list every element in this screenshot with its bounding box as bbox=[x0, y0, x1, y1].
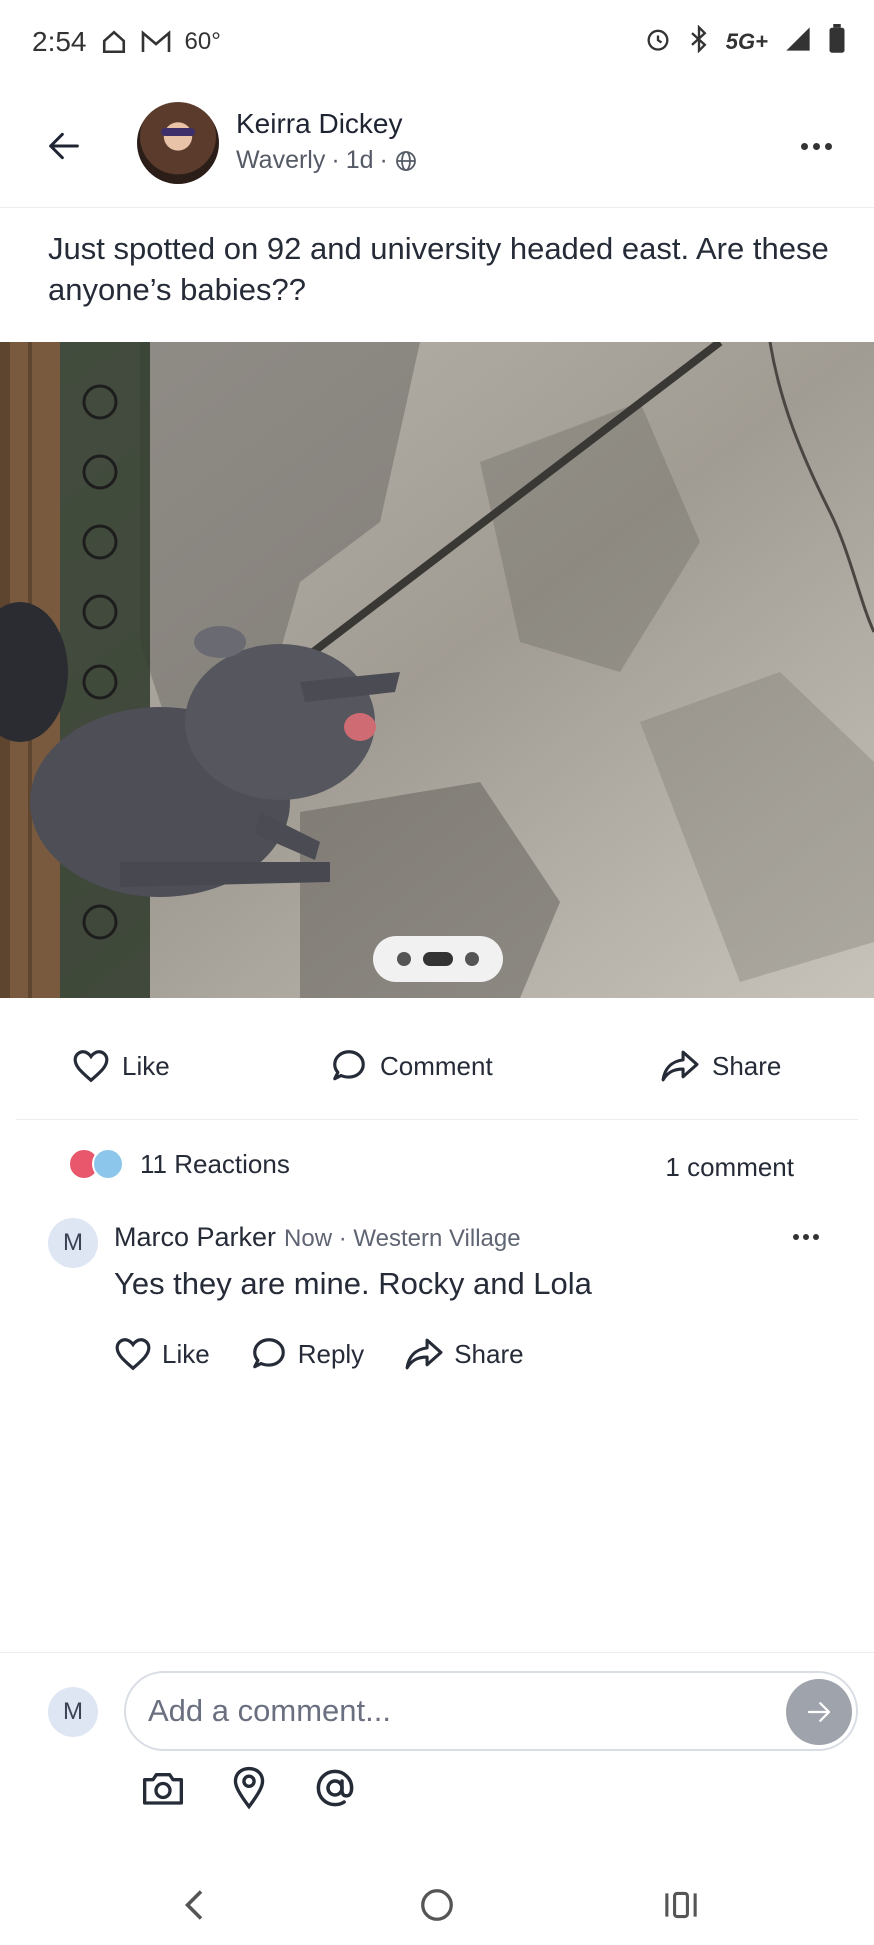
post-header: Keirra Dickey Waverly · 1d · bbox=[0, 84, 874, 208]
nav-back-button[interactable] bbox=[170, 1880, 220, 1930]
at-sign-icon bbox=[316, 1769, 354, 1807]
heart-icon bbox=[73, 1050, 109, 1083]
post-actions: Like Comment Share bbox=[16, 1020, 858, 1120]
recents-icon bbox=[665, 1891, 697, 1919]
camera-icon bbox=[143, 1773, 183, 1805]
share-button[interactable]: Share bbox=[660, 1048, 781, 1084]
post-meta: Waverly · 1d · bbox=[236, 146, 418, 175]
commenter-name[interactable]: Marco Parker bbox=[114, 1222, 276, 1253]
reactions-summary[interactable]: 11 Reactions bbox=[68, 1148, 290, 1180]
status-bar: 2:54 60° 5G+ bbox=[0, 0, 874, 84]
reaction-icons bbox=[68, 1148, 126, 1180]
share-label: Share bbox=[712, 1050, 782, 1081]
gmail-icon bbox=[141, 30, 171, 54]
nav-home-button[interactable] bbox=[412, 1880, 462, 1930]
post-neighborhood[interactable]: Waverly bbox=[236, 146, 325, 175]
post-age: 1d bbox=[345, 146, 374, 174]
chevron-left-icon bbox=[184, 1890, 203, 1920]
comment-bubble-icon bbox=[333, 1050, 365, 1081]
system-nav-bar bbox=[0, 1868, 874, 1945]
pager-dot[interactable] bbox=[465, 952, 479, 966]
nav-recents-button[interactable] bbox=[656, 1880, 706, 1930]
status-temperature: 60° bbox=[184, 28, 221, 55]
composer-tools bbox=[140, 1765, 358, 1811]
arrow-left-icon bbox=[49, 132, 79, 160]
pager-dot[interactable] bbox=[397, 952, 411, 966]
share-arrow-icon bbox=[661, 1050, 699, 1082]
reactions-count: 11 Reactions bbox=[140, 1148, 290, 1179]
comment-input[interactable] bbox=[148, 1687, 748, 1735]
author-avatar[interactable] bbox=[137, 102, 219, 184]
post-photo[interactable] bbox=[0, 342, 874, 998]
comment-share-label: Share bbox=[454, 1338, 524, 1369]
network-label: 5G+ bbox=[725, 28, 768, 54]
heart-icon bbox=[115, 1338, 151, 1371]
comment-meta: Now · Western Village bbox=[284, 1225, 521, 1252]
my-avatar[interactable]: M bbox=[48, 1687, 98, 1737]
circle-home-icon bbox=[421, 1889, 453, 1921]
like-label: Like bbox=[122, 1050, 170, 1081]
status-left: 2:54 60° bbox=[32, 26, 221, 58]
commenter-avatar[interactable]: M bbox=[48, 1218, 98, 1268]
signal-icon bbox=[784, 25, 812, 58]
post-text: Just spotted on 92 and university headed… bbox=[48, 231, 829, 307]
send-button[interactable] bbox=[786, 1679, 852, 1745]
back-button[interactable] bbox=[40, 122, 88, 170]
status-right: 5G+ bbox=[644, 24, 846, 59]
mention-button[interactable] bbox=[312, 1765, 358, 1811]
battery-icon bbox=[828, 24, 846, 59]
comment-like-label: Like bbox=[162, 1338, 210, 1369]
home-icon bbox=[101, 29, 127, 55]
comment-like-button[interactable]: Like bbox=[114, 1336, 210, 1372]
author-name[interactable]: Keirra Dickey bbox=[236, 108, 402, 140]
photo-pager[interactable] bbox=[373, 936, 503, 982]
comment-button[interactable]: Comment bbox=[330, 1048, 493, 1084]
globe-icon bbox=[395, 150, 416, 171]
status-time: 2:54 bbox=[32, 26, 87, 57]
location-pin-icon bbox=[233, 1766, 265, 1810]
comment-label: Comment bbox=[380, 1050, 493, 1081]
bluetooth-icon bbox=[688, 24, 710, 58]
comment-actions: Like Reply Share bbox=[114, 1336, 524, 1372]
location-button[interactable] bbox=[226, 1765, 272, 1811]
share-arrow-icon bbox=[405, 1338, 443, 1370]
alarm-icon bbox=[644, 25, 672, 58]
comment-reply-label: Reply bbox=[297, 1338, 365, 1369]
arrow-right-icon bbox=[807, 1702, 831, 1722]
comment-text: Yes they are mine. Rocky and Lola bbox=[114, 1266, 592, 1301]
like-button[interactable]: Like bbox=[72, 1048, 170, 1084]
comment-share-button[interactable]: Share bbox=[404, 1336, 524, 1372]
dog-photo-image bbox=[0, 342, 874, 998]
camera-button[interactable] bbox=[140, 1765, 186, 1811]
comment-composer: M bbox=[0, 1652, 874, 1852]
sad-reaction-icon bbox=[92, 1148, 124, 1180]
comment-header: Marco Parker Now · Western Village bbox=[114, 1222, 521, 1253]
pager-dot-active[interactable] bbox=[423, 952, 453, 966]
post-more-button[interactable] bbox=[792, 128, 840, 164]
comment-bubble-icon bbox=[252, 1338, 285, 1369]
comment-field[interactable] bbox=[124, 1671, 858, 1751]
comment-more-button[interactable] bbox=[786, 1222, 826, 1252]
comment-count[interactable]: 1 comment bbox=[665, 1152, 794, 1183]
comment-reply-button[interactable]: Reply bbox=[250, 1336, 364, 1372]
